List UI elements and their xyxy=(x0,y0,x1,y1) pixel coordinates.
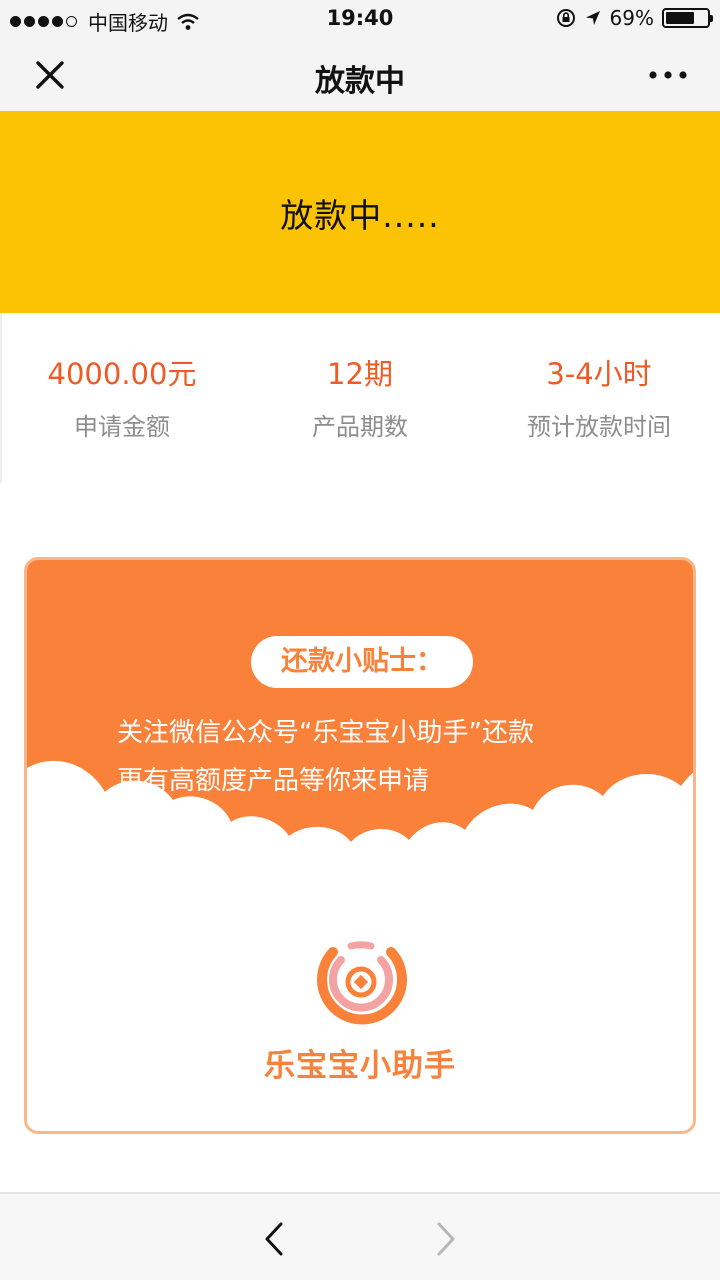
back-arrow-icon[interactable] xyxy=(262,1220,286,1258)
stat-time: 3-4小时 预计放款时间 xyxy=(479,351,719,442)
stat-term: 12期 产品期数 xyxy=(240,351,480,442)
status-right: 69% xyxy=(548,6,713,30)
stat-amount-value: 4000.00元 xyxy=(47,357,197,391)
tips-line-2: 更有高额度产品等你来申请 xyxy=(117,766,430,796)
stat-time-label: 预计放款时间 xyxy=(527,413,671,441)
stat-term-value: 12期 xyxy=(327,357,393,391)
nav-bar: 放款中 xyxy=(0,38,720,111)
battery-percent: 69% xyxy=(609,6,654,30)
loan-summary: 4000.00元 申请金额 12期 产品期数 3-4小时 预计放款时间 xyxy=(0,313,720,483)
stat-amount: 4000.00元 申请金额 xyxy=(2,351,242,442)
forward-arrow-icon[interactable] xyxy=(434,1220,458,1258)
repayment-tips-card: 还款小贴士： 关注微信公众号“乐宝宝小助手”还款 更有高额度产品等你来申请 乐宝… xyxy=(24,557,696,1134)
page-title: 放款中 xyxy=(315,64,405,99)
brand-name: 乐宝宝小助手 xyxy=(264,1048,456,1084)
location-arrow-icon xyxy=(585,11,600,25)
loan-status-banner: 放款中..... xyxy=(0,111,720,313)
status-bar: 中国移动 19:40 69% xyxy=(0,0,720,38)
stat-term-label: 产品期数 xyxy=(312,413,408,441)
battery-fill xyxy=(666,12,694,24)
tips-line-1: 关注微信公众号“乐宝宝小助手”还款 xyxy=(117,718,534,748)
stat-amount-label: 申请金额 xyxy=(74,413,170,441)
brand-logo-icon xyxy=(317,941,407,1025)
bottom-toolbar xyxy=(0,1192,720,1280)
loan-status-text: 放款中..... xyxy=(280,196,440,235)
battery-icon xyxy=(662,8,713,28)
tips-badge: 还款小贴士： xyxy=(251,636,473,688)
orientation-lock-icon xyxy=(556,9,575,27)
more-icon[interactable] xyxy=(646,60,690,90)
stat-time-value: 3-4小时 xyxy=(546,357,652,391)
